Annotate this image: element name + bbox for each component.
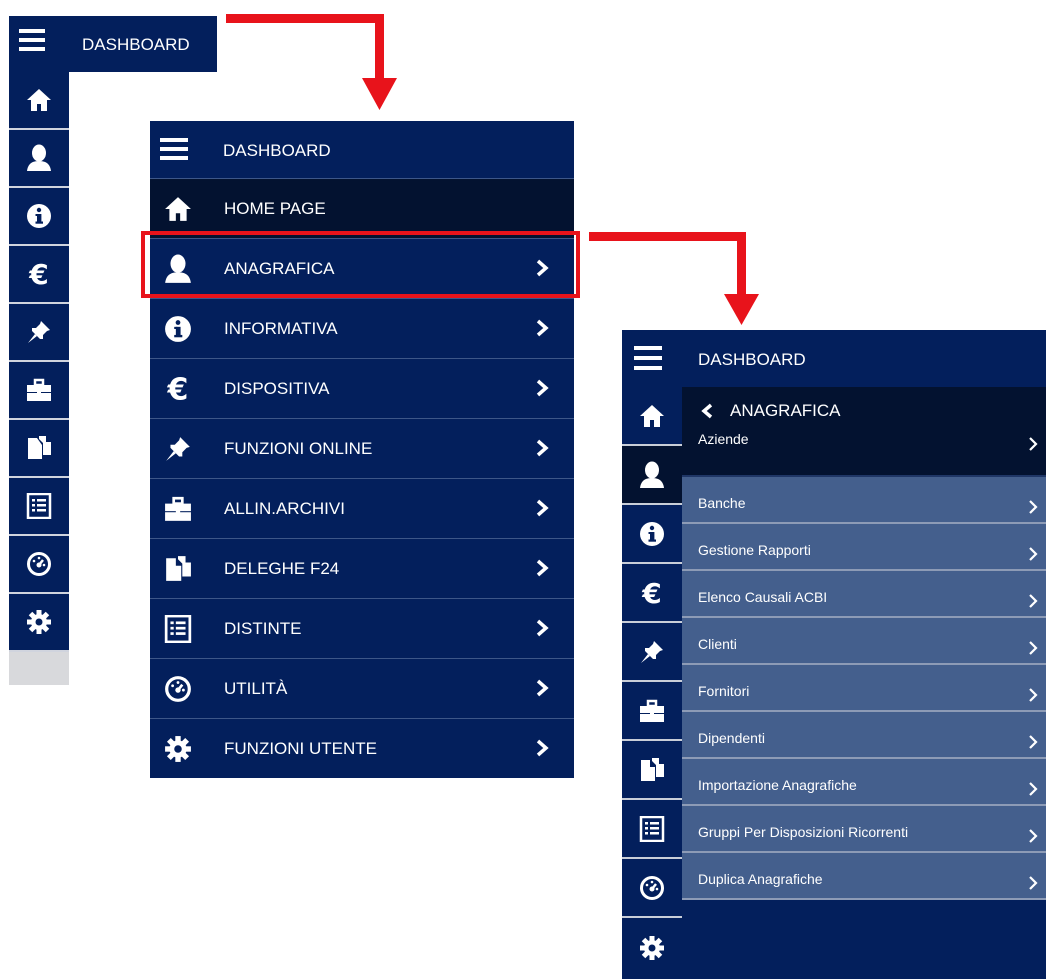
gauge-icon — [160, 671, 196, 707]
menu-item-label: UTILITÀ — [224, 679, 288, 698]
chevron-right-icon — [535, 679, 549, 697]
submenu-item-importazione-anagrafiche[interactable]: Importazione Anagrafiche — [682, 759, 1046, 806]
documents-icon[interactable] — [622, 741, 682, 800]
expanded-header: DASHBOARD — [150, 121, 574, 179]
submenu-item-label: Aziende — [698, 431, 749, 447]
submenu-item-gestione-rapporti[interactable]: Gestione Rapporti — [682, 524, 1046, 571]
hamburger-icon[interactable] — [634, 345, 662, 371]
submenu-item-label: Duplica Anagrafiche — [698, 871, 823, 887]
submenu-header: DASHBOARD — [622, 330, 1046, 387]
info-icon — [160, 311, 196, 347]
chevron-right-icon — [1028, 828, 1038, 844]
menu-item-label: FUNZIONI ONLINE — [224, 439, 373, 458]
chevron-right-icon — [535, 499, 549, 517]
info-icon[interactable] — [622, 505, 682, 564]
menu-item-allin-archivi[interactable]: ALLIN.ARCHIVI — [150, 479, 574, 539]
arrow-head — [362, 78, 397, 110]
dashboard-title[interactable]: DASHBOARD — [698, 350, 806, 370]
anagrafica-highlight-box — [141, 231, 580, 298]
briefcase-icon[interactable] — [622, 682, 682, 741]
chevron-right-icon — [1028, 781, 1038, 797]
svg-text:€: € — [641, 579, 661, 607]
gear-icon — [160, 731, 196, 767]
chevron-right-icon — [535, 559, 549, 577]
submenu-title: ANAGRAFICA — [730, 401, 841, 420]
menu-item-funzioni-online[interactable]: FUNZIONI ONLINE — [150, 419, 574, 479]
chevron-right-icon — [1028, 499, 1038, 515]
submenu-item-label: Fornitori — [698, 683, 750, 699]
svg-text:€: € — [167, 374, 189, 404]
euro-icon: € — [160, 371, 196, 407]
chevron-right-icon — [1028, 687, 1038, 703]
chevron-right-icon — [1028, 546, 1038, 562]
menu-item-dispositiva[interactable]: € DISPOSITIVA — [150, 359, 574, 419]
chevron-right-icon — [535, 379, 549, 397]
submenu-item-label: Gestione Rapporti — [698, 542, 811, 558]
chevron-right-icon — [535, 619, 549, 637]
euro-icon[interactable]: € — [622, 564, 682, 623]
submenu-item-label: Banche — [698, 495, 746, 511]
home-icon[interactable] — [622, 387, 682, 446]
submenu-item-dipendenti[interactable]: Dipendenti — [682, 712, 1046, 759]
submenu-item-duplica-anagrafiche[interactable]: Duplica Anagrafiche — [682, 853, 1046, 900]
arrow-line — [226, 14, 384, 23]
submenu-item-label: Importazione Anagrafiche — [698, 777, 857, 793]
chevron-right-icon — [1028, 593, 1038, 609]
submenu-item-label: Clienti — [698, 636, 737, 652]
list-icon — [160, 611, 196, 647]
menu-item-label: INFORMATIVA — [224, 319, 338, 338]
menu-item-label: FUNZIONI UTENTE — [224, 739, 377, 758]
submenu-item-label: Gruppi Per Disposizioni Ricorrenti — [698, 824, 909, 840]
arrow-head — [724, 294, 759, 325]
chevron-right-icon — [535, 739, 549, 757]
dashboard-title[interactable]: DASHBOARD — [223, 141, 331, 161]
menu-item-label: HOME PAGE — [224, 199, 326, 218]
user-icon[interactable] — [622, 446, 682, 505]
menu-item-label: DISPOSITIVA — [224, 379, 330, 398]
documents-icon — [160, 551, 196, 587]
menu-item-utilita[interactable]: UTILITÀ — [150, 659, 574, 719]
pin-icon[interactable] — [622, 623, 682, 682]
menu-item-deleghe-f24[interactable]: DELEGHE F24 — [150, 539, 574, 599]
submenu-item-fornitori[interactable]: Fornitori — [682, 665, 1046, 712]
submenu-item-gruppi-per-disposizioni-ricorrenti[interactable]: Gruppi Per Disposizioni Ricorrenti — [682, 806, 1046, 853]
submenu-item-banche[interactable]: Banche — [682, 477, 1046, 524]
menu-item-home-page[interactable]: HOME PAGE — [150, 179, 574, 239]
submenu-item-aziende[interactable]: Aziende — [682, 431, 1046, 477]
icon-strip: € — [622, 387, 682, 977]
chevron-right-icon — [535, 439, 549, 457]
briefcase-icon — [160, 491, 196, 527]
menu-item-label: DISTINTE — [224, 619, 302, 638]
submenu-item-clienti[interactable]: Clienti — [682, 618, 1046, 665]
submenu-item-label: Dipendenti — [698, 730, 765, 746]
chevron-right-icon — [1028, 436, 1038, 452]
menu-item-label: ALLIN.ARCHIVI — [224, 499, 345, 518]
submenu-item-elenco-causali-acbi[interactable]: Elenco Causali ACBI — [682, 571, 1046, 618]
menu-item-funzioni-utente[interactable]: FUNZIONI UTENTE — [150, 719, 574, 779]
submenu-list: Aziende Banche Gestione Rapporti Elenco … — [682, 431, 1046, 900]
submenu-item-label: Elenco Causali ACBI — [698, 589, 828, 605]
arrow-line — [737, 232, 746, 296]
chevron-left-icon — [700, 403, 714, 419]
pin-icon — [160, 431, 196, 467]
gauge-icon[interactable] — [622, 859, 682, 918]
arrow-line — [589, 232, 746, 241]
home-icon — [160, 191, 196, 227]
menu-item-informativa[interactable]: INFORMATIVA — [150, 299, 574, 359]
chevron-right-icon — [1028, 875, 1038, 891]
submenu-back-button[interactable]: ANAGRAFICA — [682, 387, 1046, 431]
submenu-panel: DASHBOARD € ANAGRAFICA Aziende Banche Ge… — [622, 330, 1046, 979]
arrow-line — [375, 14, 384, 80]
submenu-empty-area — [682, 910, 1046, 979]
chevron-right-icon — [535, 319, 549, 337]
gear-icon[interactable] — [622, 918, 682, 977]
menu-item-distinte[interactable]: DISTINTE — [150, 599, 574, 659]
menu-item-label: DELEGHE F24 — [224, 559, 340, 578]
chevron-right-icon — [1028, 734, 1038, 750]
expanded-menu: DASHBOARD HOME PAGE ANAGRAFICA INFORMATI… — [150, 121, 574, 778]
list-icon[interactable] — [622, 800, 682, 859]
chevron-right-icon — [1028, 640, 1038, 656]
hamburger-icon[interactable] — [160, 137, 188, 161]
